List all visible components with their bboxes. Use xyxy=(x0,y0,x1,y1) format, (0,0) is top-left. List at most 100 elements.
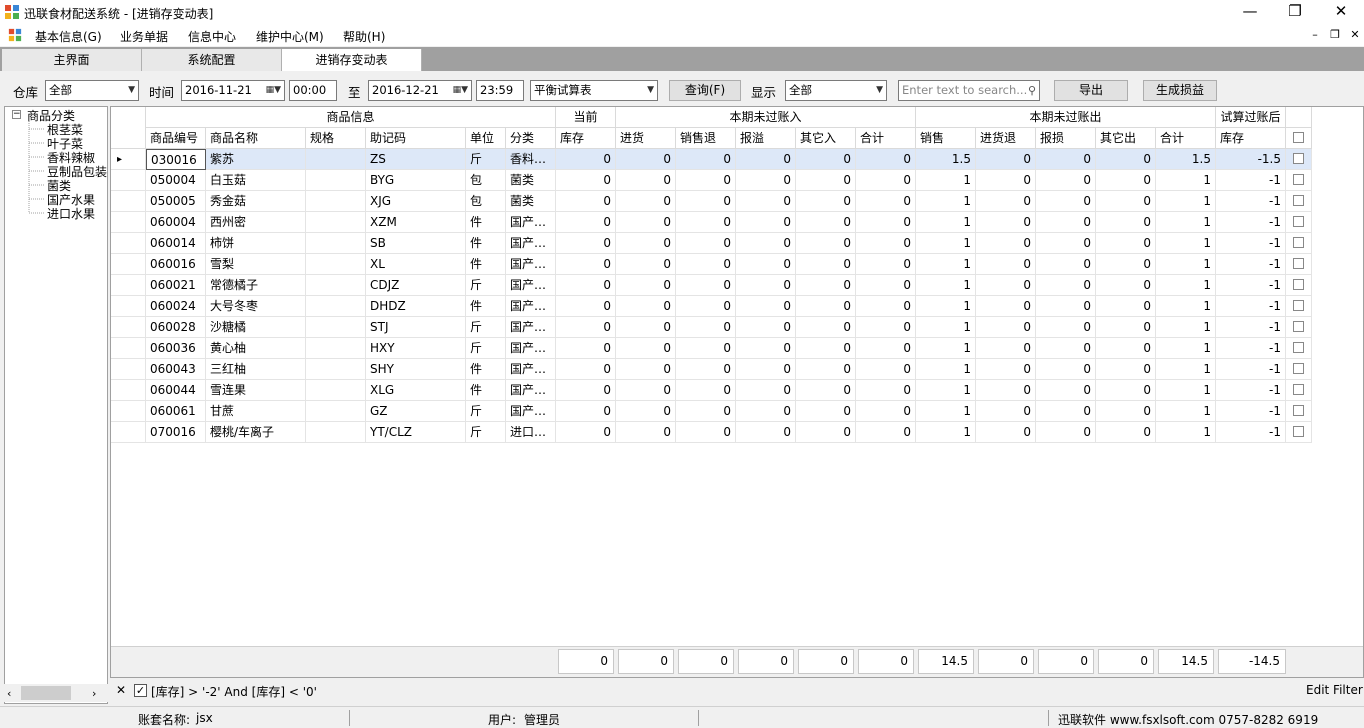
cell-code[interactable]: 060014 xyxy=(146,233,206,254)
calendar-icon[interactable]: ▦▼ xyxy=(453,81,468,100)
row-indicator[interactable] xyxy=(111,212,146,233)
cell-final-stock[interactable]: -1 xyxy=(1216,233,1286,254)
cell-select[interactable] xyxy=(1286,254,1312,275)
column-header-sales-out[interactable]: 销售 xyxy=(916,128,976,149)
menu-info-center[interactable]: 信息中心 xyxy=(188,28,236,45)
cell-final-stock[interactable]: -1 xyxy=(1216,401,1286,422)
cell-select[interactable] xyxy=(1286,338,1312,359)
cell-other-out[interactable]: 0 xyxy=(1096,233,1156,254)
cell-other-in[interactable]: 0 xyxy=(796,275,856,296)
row-select-checkbox[interactable] xyxy=(1293,258,1304,269)
mdi-minimize-button[interactable]: – xyxy=(1308,28,1322,41)
cell-purchase-in[interactable]: 0 xyxy=(616,422,676,443)
cell-unit[interactable]: 件 xyxy=(466,359,506,380)
cell-other-in[interactable]: 0 xyxy=(796,380,856,401)
row-select-checkbox[interactable] xyxy=(1293,216,1304,227)
cell-mnemonic[interactable]: HXY xyxy=(366,338,466,359)
cell-in-total[interactable]: 0 xyxy=(856,380,916,401)
cell-code[interactable]: 060024 xyxy=(146,296,206,317)
cell-loss[interactable]: 0 xyxy=(1036,212,1096,233)
cell-overflow[interactable]: 0 xyxy=(736,338,796,359)
cell-other-in[interactable]: 0 xyxy=(796,422,856,443)
cell-sales-out[interactable]: 1 xyxy=(916,338,976,359)
cell-current-stock[interactable]: 0 xyxy=(556,317,616,338)
cell-in-total[interactable]: 0 xyxy=(856,191,916,212)
cell-spec[interactable] xyxy=(306,422,366,443)
cell-loss[interactable]: 0 xyxy=(1036,254,1096,275)
cell-mnemonic[interactable]: CDJZ xyxy=(366,275,466,296)
cell-purchase-in[interactable]: 0 xyxy=(616,317,676,338)
cell-code[interactable]: 060021 xyxy=(146,275,206,296)
date-from-picker[interactable]: 2016-11-21 ▦▼ xyxy=(181,80,285,101)
row-select-checkbox[interactable] xyxy=(1293,426,1304,437)
cell-select[interactable] xyxy=(1286,170,1312,191)
cell-loss[interactable]: 0 xyxy=(1036,233,1096,254)
cell-mnemonic[interactable]: XJG xyxy=(366,191,466,212)
menu-basic-info[interactable]: 基本信息(G) xyxy=(35,28,102,45)
cell-unit[interactable]: 包 xyxy=(466,191,506,212)
cell-sales-out[interactable]: 1 xyxy=(916,422,976,443)
cell-spec[interactable] xyxy=(306,233,366,254)
tree-horizontal-scrollbar[interactable]: ‹ › xyxy=(4,684,108,702)
cell-out-total[interactable]: 1 xyxy=(1156,359,1216,380)
cell-select[interactable] xyxy=(1286,359,1312,380)
cell-loss[interactable]: 0 xyxy=(1036,296,1096,317)
cell-unit[interactable]: 斤 xyxy=(466,422,506,443)
cell-unit[interactable]: 包 xyxy=(466,170,506,191)
cell-overflow[interactable]: 0 xyxy=(736,401,796,422)
cell-purchase-in[interactable]: 0 xyxy=(616,149,676,170)
column-header-purchase-in[interactable]: 进货 xyxy=(616,128,676,149)
cell-code[interactable]: 050005 xyxy=(146,191,206,212)
cell-name[interactable]: 雪梨 xyxy=(206,254,306,275)
cell-current-stock[interactable]: 0 xyxy=(556,149,616,170)
cell-name[interactable]: 雪连果 xyxy=(206,380,306,401)
cell-other-in[interactable]: 0 xyxy=(796,296,856,317)
cell-category[interactable]: 国产… xyxy=(506,359,556,380)
cell-other-out[interactable]: 0 xyxy=(1096,254,1156,275)
cell-spec[interactable] xyxy=(306,212,366,233)
cell-mnemonic[interactable]: DHDZ xyxy=(366,296,466,317)
display-select[interactable]: 全部 ▼ xyxy=(785,80,887,101)
cell-sales-return[interactable]: 0 xyxy=(676,149,736,170)
cell-out-total[interactable]: 1 xyxy=(1156,254,1216,275)
row-select-checkbox[interactable] xyxy=(1293,174,1304,185)
cell-out-total[interactable]: 1 xyxy=(1156,338,1216,359)
tab-system-config[interactable]: 系统配置 xyxy=(142,49,282,71)
cell-sales-return[interactable]: 0 xyxy=(676,296,736,317)
cell-sales-return[interactable]: 0 xyxy=(676,233,736,254)
cell-code[interactable]: 030016 xyxy=(146,149,206,170)
cell-mnemonic[interactable]: YT/CLZ xyxy=(366,422,466,443)
cell-overflow[interactable]: 0 xyxy=(736,149,796,170)
cell-other-in[interactable]: 0 xyxy=(796,338,856,359)
column-header-select[interactable] xyxy=(1286,128,1312,149)
cell-in-total[interactable]: 0 xyxy=(856,338,916,359)
cell-other-in[interactable]: 0 xyxy=(796,317,856,338)
cell-sales-out[interactable]: 1 xyxy=(916,359,976,380)
mdi-restore-button[interactable]: ❐ xyxy=(1328,28,1342,41)
cell-purchase-return[interactable]: 0 xyxy=(976,380,1036,401)
cell-other-out[interactable]: 0 xyxy=(1096,149,1156,170)
cell-spec[interactable] xyxy=(306,254,366,275)
cell-select[interactable] xyxy=(1286,296,1312,317)
row-indicator[interactable]: ▸ xyxy=(111,149,146,170)
filter-enabled-checkbox[interactable]: ✓ xyxy=(134,684,147,697)
cell-other-out[interactable]: 0 xyxy=(1096,296,1156,317)
cell-current-stock[interactable]: 0 xyxy=(556,170,616,191)
cell-select[interactable] xyxy=(1286,233,1312,254)
cell-purchase-in[interactable]: 0 xyxy=(616,233,676,254)
cell-other-in[interactable]: 0 xyxy=(796,254,856,275)
cell-overflow[interactable]: 0 xyxy=(736,233,796,254)
cell-other-in[interactable]: 0 xyxy=(796,401,856,422)
cell-other-out[interactable]: 0 xyxy=(1096,401,1156,422)
cell-name[interactable]: 秀金菇 xyxy=(206,191,306,212)
row-indicator[interactable] xyxy=(111,359,146,380)
cell-category[interactable]: 国产… xyxy=(506,254,556,275)
cell-loss[interactable]: 0 xyxy=(1036,149,1096,170)
cell-sales-out[interactable]: 1 xyxy=(916,233,976,254)
date-to-picker[interactable]: 2016-12-21 ▦▼ xyxy=(368,80,472,101)
cell-select[interactable] xyxy=(1286,380,1312,401)
cell-other-out[interactable]: 0 xyxy=(1096,338,1156,359)
cell-final-stock[interactable]: -1 xyxy=(1216,422,1286,443)
restore-button[interactable]: ❐ xyxy=(1272,0,1318,24)
cell-loss[interactable]: 0 xyxy=(1036,338,1096,359)
